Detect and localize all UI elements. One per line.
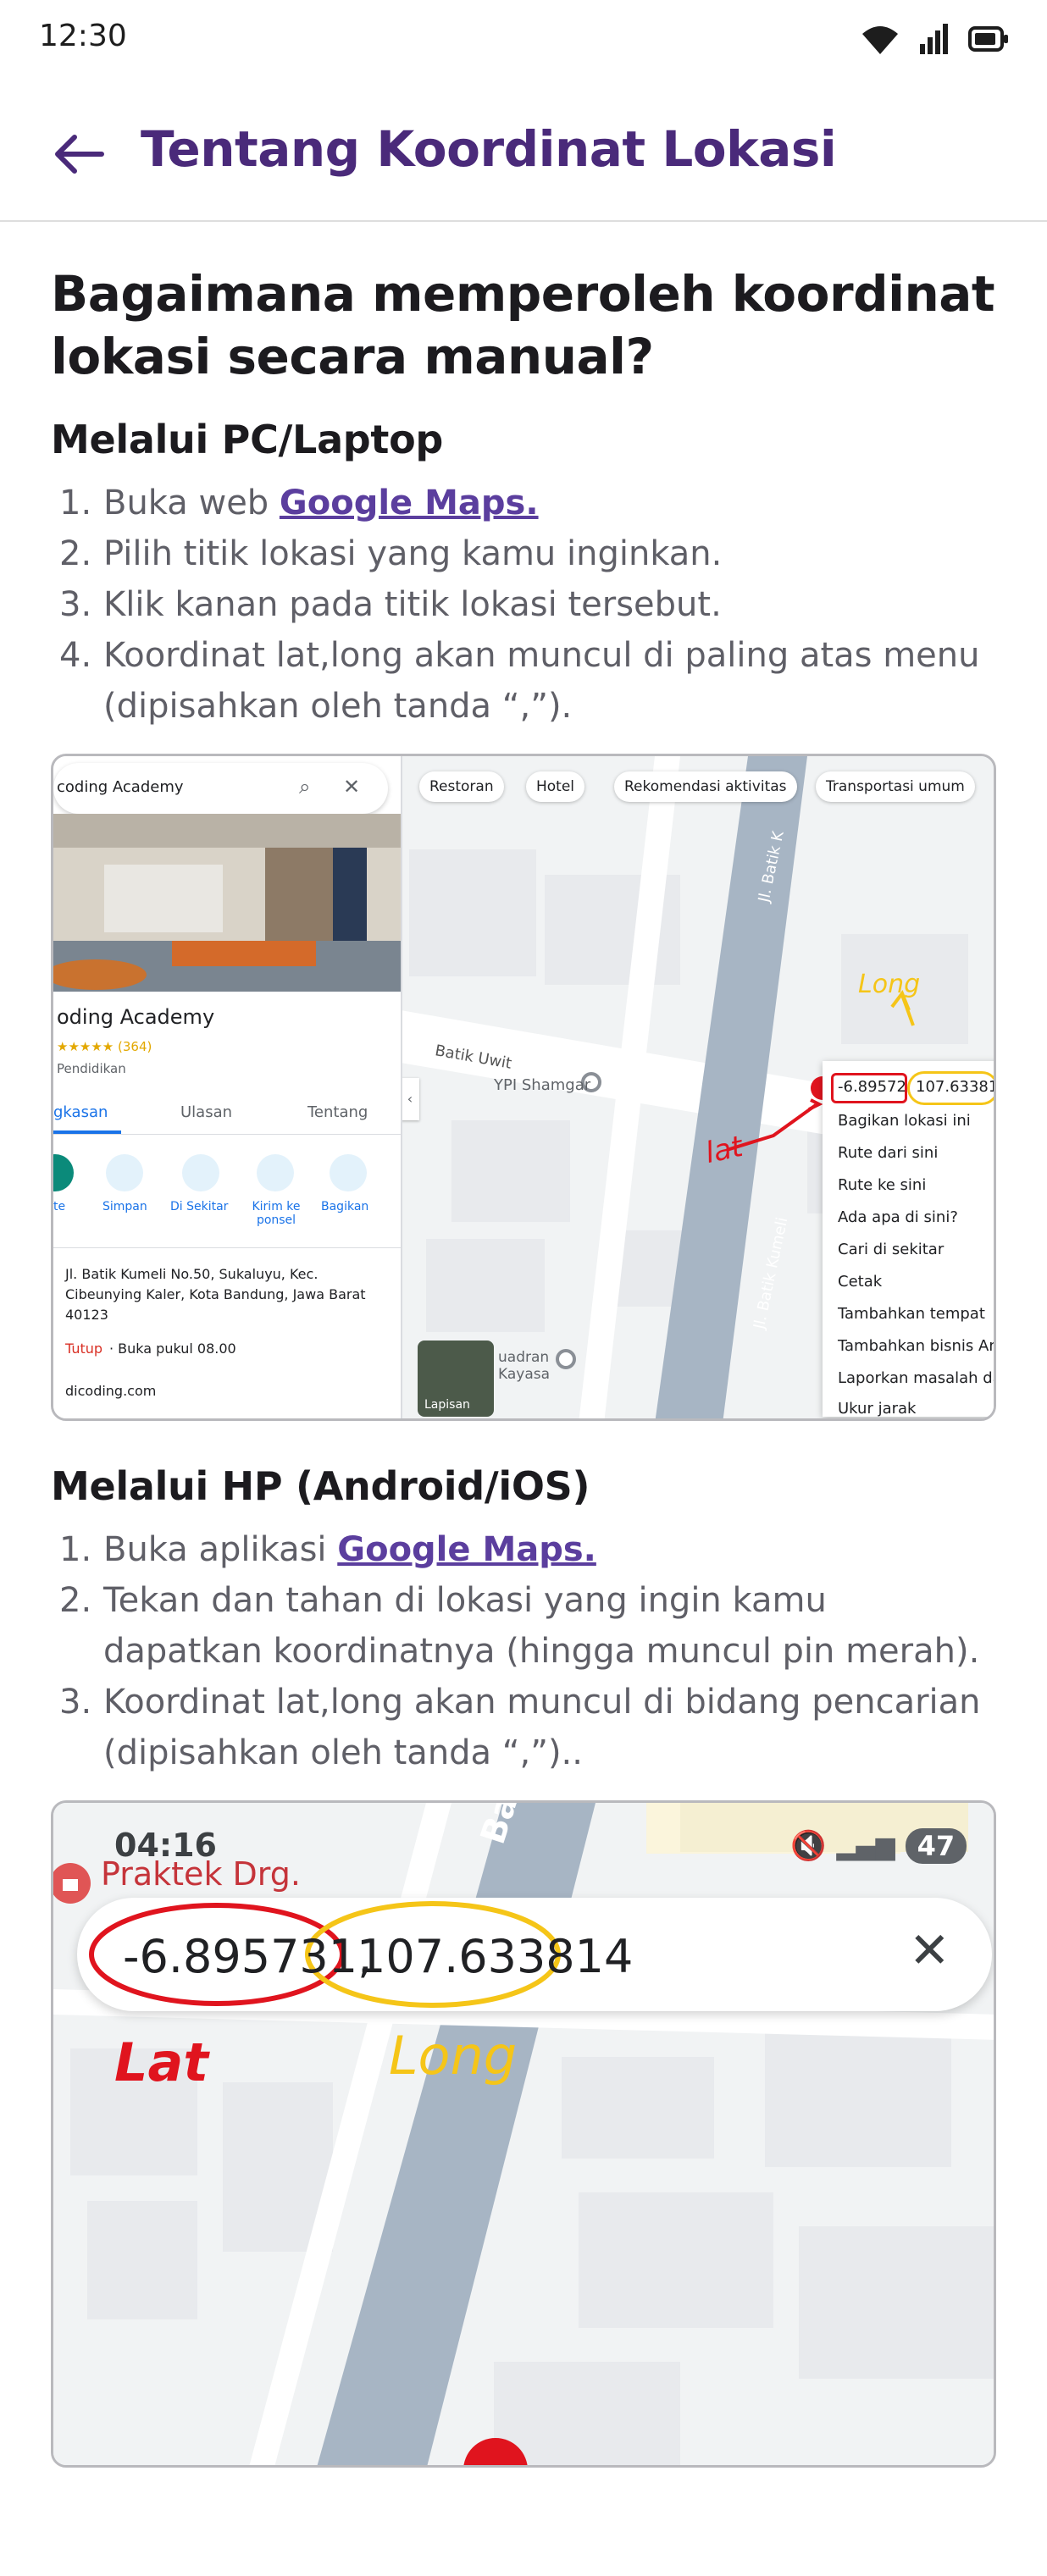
menu-item[interactable]: Ada apa di sini? <box>838 1208 958 1226</box>
pc-section-heading: Melalui PC/Laptop <box>51 417 444 462</box>
rating: ★★★★★ (364) <box>57 1039 152 1054</box>
search-bar[interactable]: -6.895731, 107.633814 ✕ <box>77 1898 992 2011</box>
layers-label: Lapisan <box>424 1398 470 1412</box>
content: Bagaimana memperoleh koordinat lokasi se… <box>51 263 996 2468</box>
list-item: 3. Koordinat lat,long akan muncul di bida… <box>59 1683 981 1772</box>
main-question: Bagaimana memperoleh koordinat lokasi se… <box>51 265 995 385</box>
list-item: 3. Klik kanan pada titik lokasi tersebut. <box>59 585 722 624</box>
arrow-back-icon <box>55 135 104 174</box>
search-icon[interactable]: ⌕ <box>299 775 310 799</box>
lat-annotation: Lat <box>114 2032 208 2093</box>
address: Jl. Batik Kumeli No.50, Sukaluyu, Kec. C… <box>65 1266 366 1323</box>
list-item: 1. Buka web Google Maps. <box>59 484 539 522</box>
lat-value[interactable]: -6.895731, <box>123 1930 372 1983</box>
list-item: 2. Tekan dan tahan di lokasi yang ingin k… <box>59 1581 980 1671</box>
page-title: Tentang Koordinat Lokasi <box>141 120 837 178</box>
menu-item[interactable]: Ukur jarak <box>838 1400 916 1418</box>
close-icon[interactable]: ✕ <box>343 775 360 799</box>
long-value[interactable]: 107.633814 <box>357 1930 633 1983</box>
search-box[interactable]: coding Academy ⌕ ✕ <box>53 763 388 814</box>
tab-ringkasan[interactable]: gkasan <box>53 1103 108 1121</box>
layers-button[interactable]: Lapisan <box>418 1341 494 1417</box>
place-label: Praktek Drg. <box>101 1855 301 1893</box>
bookmark-icon[interactable] <box>106 1154 143 1191</box>
place-photo <box>53 814 401 992</box>
chip-hotel[interactable]: Hotel <box>526 771 585 802</box>
mobile-maps-screenshot: 04:16 Praktek Drg. Batik 🔇 ▂▄▆ 47 -6.895… <box>51 1800 996 2468</box>
menu-item[interactable]: Bagikan lokasi ini <box>838 1112 971 1130</box>
place-name: oding Academy <box>57 1005 215 1029</box>
menu-item[interactable]: Laporkan masalah da <box>838 1369 994 1387</box>
lat-value[interactable]: -6.89572 <box>838 1078 906 1096</box>
menu-item[interactable]: Rute dari sini <box>838 1144 938 1162</box>
long-annotation: Long <box>858 970 921 999</box>
signal-icon <box>920 24 948 54</box>
google-maps-link[interactable]: Google Maps. <box>337 1530 596 1569</box>
battery-badge: 47 <box>905 1828 967 1864</box>
action-label[interactable]: Bagikan <box>321 1200 368 1213</box>
mute-icon: 🔇 <box>790 1829 827 1863</box>
website-link[interactable]: dicoding.com <box>65 1383 156 1399</box>
menu-item[interactable]: Tambahkan bisnis And <box>838 1337 994 1355</box>
signal-icon: ▂▄▆ <box>836 1831 895 1861</box>
chip-rekomendasi[interactable]: Rekomendasi aktivitas <box>614 771 797 802</box>
tab-ulasan[interactable]: Ulasan <box>180 1103 232 1121</box>
menu-item[interactable]: Cetak <box>838 1273 882 1291</box>
list-item: 1. Buka aplikasi Google Maps. <box>59 1530 596 1569</box>
close-icon[interactable]: ✕ <box>909 1921 950 1979</box>
phone-status-icons: 🔇 ▂▄▆ 47 <box>790 1828 967 1864</box>
chip-restoran[interactable]: Restoran <box>419 771 504 802</box>
menu-item[interactable]: Cari di sekitar <box>838 1241 944 1258</box>
hp-steps-list: 1. Buka aplikasi Google Maps. 2. Tekan dan… <box>51 1524 996 1778</box>
hp-section-heading: Melalui HP (Android/iOS) <box>51 1463 590 1509</box>
status-bar: 12:30 <box>0 0 1047 81</box>
long-annotation: Long <box>389 2025 518 2087</box>
menu-item[interactable]: Rute ke sini <box>838 1176 926 1194</box>
collapse-panel-button[interactable]: ‹ <box>401 1078 419 1120</box>
tab-tentang[interactable]: Tentang <box>307 1103 368 1121</box>
category: Pendidikan <box>57 1061 126 1076</box>
menu-item[interactable]: Tambahkan tempat <box>838 1305 985 1323</box>
status-time: 12:30 <box>39 19 127 53</box>
battery-icon <box>968 26 1008 52</box>
nearby-icon[interactable] <box>182 1154 219 1191</box>
pc-steps-list: 1. Buka web Google Maps. 2. Pilih titik lo… <box>51 478 996 732</box>
wifi-icon <box>862 26 898 54</box>
context-menu: -6.89572 107.63381 Bagikan lokasi ini Ru… <box>823 1061 994 1418</box>
place-label: YPI Shamgar <box>494 1076 591 1094</box>
pc-maps-screenshot: Batik Uwit Jl. Batik Kumeli Jl. Batik K … <box>51 754 996 1421</box>
search-input[interactable]: coding Academy <box>57 778 184 796</box>
directions-icon[interactable] <box>53 1154 74 1191</box>
share-icon[interactable] <box>330 1154 367 1191</box>
app-bar: Tentang Koordinat Lokasi <box>0 81 1047 222</box>
list-item: 4. Koordinat lat,long akan muncul di pali… <box>59 636 980 726</box>
google-maps-link[interactable]: Google Maps. <box>280 484 539 522</box>
place-label: uadran Kayasa <box>498 1349 551 1383</box>
action-label[interactable]: Di Sekitar <box>170 1200 228 1213</box>
hours-status: Tutup <box>65 1341 103 1357</box>
chip-transportasi[interactable]: Transportasi umum <box>816 771 975 802</box>
place-tabs: gkasan Ulasan Tentang <box>53 1092 401 1135</box>
send-to-phone-icon[interactable] <box>257 1154 294 1191</box>
action-label[interactable]: Simpan <box>102 1200 147 1213</box>
back-button[interactable] <box>49 124 110 185</box>
list-item: 2. Pilih titik lokasi yang kamu inginkan. <box>59 534 723 573</box>
action-label[interactable]: Kirim ke ponsel <box>247 1200 306 1227</box>
place-panel: coding Academy ⌕ ✕ oding Academy ★★★★★ (… <box>53 756 402 1418</box>
long-value[interactable]: 107.63381 <box>916 1078 994 1096</box>
action-label[interactable]: te <box>53 1200 65 1213</box>
status-icons <box>861 22 1010 56</box>
hours-text[interactable]: · Buka pukul 08.00 <box>109 1341 236 1357</box>
